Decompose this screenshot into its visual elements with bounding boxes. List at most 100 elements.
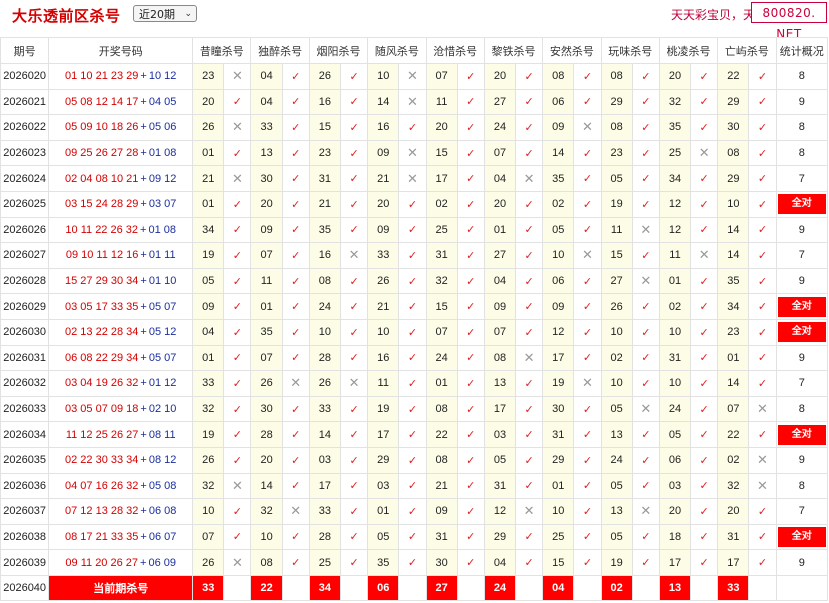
check-icon: ✓ [398,216,427,244]
column-header: 开奖号码 [48,37,194,64]
column-header: 昔瞳杀号 [192,37,252,64]
period-range-select[interactable]: 近20期 ⌄ [133,5,197,22]
kill-number: 31 [425,242,458,269]
kill-number: 22 [717,421,750,448]
draw-numbers: 01 10 21 23 29 +10 12 [48,63,194,90]
period-number: 2026039 [0,549,50,576]
kill-number: 26 [192,446,225,474]
kill-number-table: 期号 开奖号码 昔瞳杀号 独醉杀号 烟阳杀号 随风杀号 沧惜杀号 黎铁杀号 安然杀号 玩味杀号 桃凌… [0,37,829,602]
check-icon: ✓ [340,114,369,141]
kill-number: 11 [658,242,692,269]
check-icon: ✓ [515,549,544,576]
current-kill-number: 33 [192,574,225,602]
kill-number: 17 [658,549,692,576]
check-icon: ✓ [631,472,660,500]
column-header: 独醉杀号 [250,37,310,64]
kill-number: 10 [192,498,225,525]
plus-sign: + [140,70,147,83]
kill-number: 20 [717,498,750,525]
period-number: 2026028 [0,267,50,295]
check-icon: ✓ [631,242,660,269]
kill-number: 20 [250,446,283,474]
kill-number: 10 [250,523,283,551]
check-icon: ✓ [690,88,719,116]
current-kill-number: 33 [717,574,750,602]
kill-number: 26 [600,293,633,320]
draw-numbers: 07 12 13 28 32 +06 08 [48,498,194,525]
kill-number: 26 [250,370,283,397]
kill-number: 08 [600,63,633,90]
current-kill-label: 当前期杀号 [48,574,194,602]
kill-number: 15 [600,242,633,269]
plus-sign: + [140,249,147,262]
check-icon: ✓ [456,421,485,448]
check-icon: ✓ [690,523,719,551]
kill-number: 14 [717,216,750,244]
check-icon: ✓ [340,421,369,448]
kill-number: 35 [250,318,283,346]
check-icon: ✓ [281,472,310,500]
check-icon: ✓ [456,190,485,218]
check-icon: ✓ [573,498,602,525]
kill-number: 12 [483,498,517,525]
kill-number: 17 [425,165,458,192]
check-icon: ✓ [515,395,544,423]
kill-number: 08 [717,139,750,167]
kill-number: 02 [658,293,692,320]
front-numbers: 07 12 13 28 32 [65,505,139,518]
period-number: 2026027 [0,242,50,269]
period-number: 2026036 [0,472,50,500]
column-header: 桃凌杀号 [658,37,719,64]
check-icon: ✓ [690,472,719,500]
kill-number: 10 [542,498,575,525]
cross-icon: ✕ [515,165,544,192]
period-number: 2026037 [0,498,50,525]
cross-icon: ✕ [748,395,777,423]
kill-number: 04 [250,63,283,90]
back-numbers: 05 08 [148,479,177,492]
back-numbers: 08 12 [148,454,177,467]
check-icon: ✓ [281,242,310,269]
check-icon: ✓ [631,293,660,320]
draw-numbers: 02 04 08 10 21 +09 12 [48,165,194,192]
plus-sign: + [140,121,147,134]
kill-number: 32 [717,472,750,500]
cross-icon: ✕ [631,216,660,244]
kill-number: 09 [250,216,283,244]
current-kill-number: 04 [542,574,575,602]
back-numbers: 04 05 [148,95,177,108]
kill-number: 33 [250,114,283,141]
check-icon: ✓ [281,190,310,218]
back-numbers: 05 12 [148,326,177,339]
current-period-row: 2026040 当前期杀号 33 22 34 06 27 24 04 02 13 33 [0,574,829,602]
kill-number: 16 [367,114,400,141]
plus-sign: + [140,275,147,288]
kill-number: 23 [192,63,225,90]
front-numbers: 05 09 10 18 26 [65,121,139,134]
column-header: 沧惜杀号 [425,37,485,64]
check-icon: ✓ [515,216,544,244]
check-icon: ✓ [573,139,602,167]
kill-number: 26 [192,549,225,576]
front-numbers: 02 04 08 10 21 [65,172,139,185]
check-icon: ✓ [281,267,310,295]
top-bar: 大乐透前区杀号 近20期 ⌄ 天天彩宝贝，天 800820. NET [0,0,829,41]
check-icon: ✓ [456,318,485,346]
draw-numbers: 09 25 26 27 28 +01 08 [48,139,194,167]
kill-number: 17 [483,395,517,423]
period-number: 2026022 [0,114,50,141]
check-icon: ✓ [573,421,602,448]
kill-number: 21 [308,190,342,218]
kill-number: 21 [425,472,458,500]
check-icon: ✓ [748,267,777,295]
check-icon: ✓ [281,114,310,141]
check-icon: ✓ [748,318,777,346]
kill-number: 10 [658,318,692,346]
current-kill-number: 13 [658,574,692,602]
front-numbers: 04 07 16 26 32 [65,479,139,492]
draw-numbers: 03 04 19 26 32 +01 12 [48,370,194,397]
check-icon: ✓ [515,88,544,116]
site-logo[interactable]: 800820. NET [751,2,827,41]
column-header: 统计概况 [775,37,829,64]
period-number: 2026023 [0,139,50,167]
